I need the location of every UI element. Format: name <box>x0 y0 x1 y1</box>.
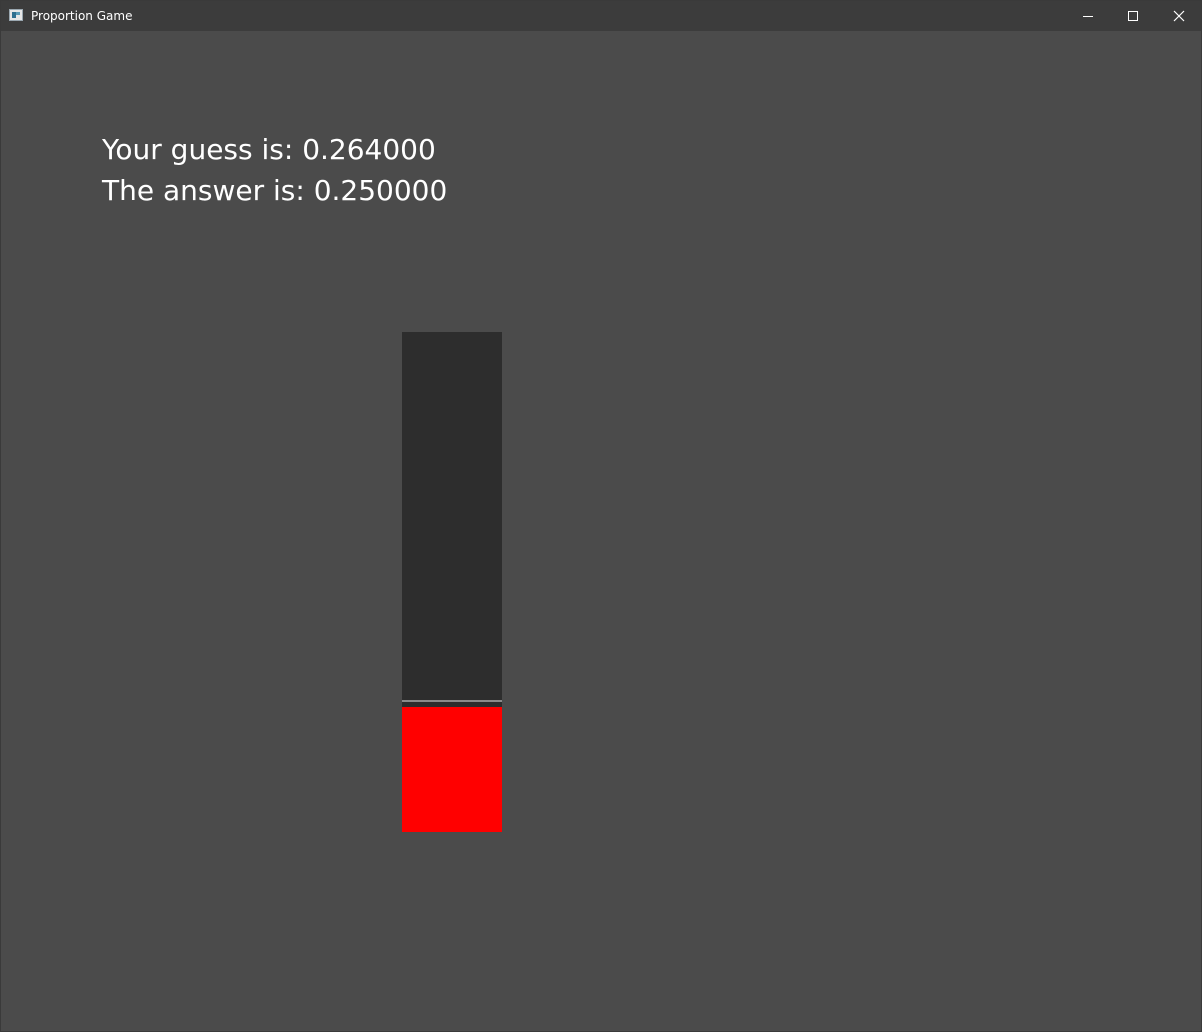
proportion-bar[interactable] <box>402 332 502 832</box>
app-window-icon <box>9 9 23 21</box>
minimize-icon <box>1083 16 1093 17</box>
close-button[interactable] <box>1156 1 1202 31</box>
title-bar[interactable]: Proportion Game <box>1 1 1201 31</box>
maximize-icon <box>1128 11 1138 21</box>
answer-fill <box>402 707 502 832</box>
app-window: Proportion Game Your guess is: 0.264000 … <box>0 0 1202 1032</box>
maximize-button[interactable] <box>1111 1 1157 31</box>
window-title: Proportion Game <box>31 9 133 23</box>
close-icon <box>1173 10 1185 22</box>
minimize-button[interactable] <box>1065 1 1111 31</box>
guess-result-text: Your guess is: 0.264000 <box>102 133 436 166</box>
answer-result-text: The answer is: 0.250000 <box>102 174 448 207</box>
guess-marker <box>402 700 502 702</box>
